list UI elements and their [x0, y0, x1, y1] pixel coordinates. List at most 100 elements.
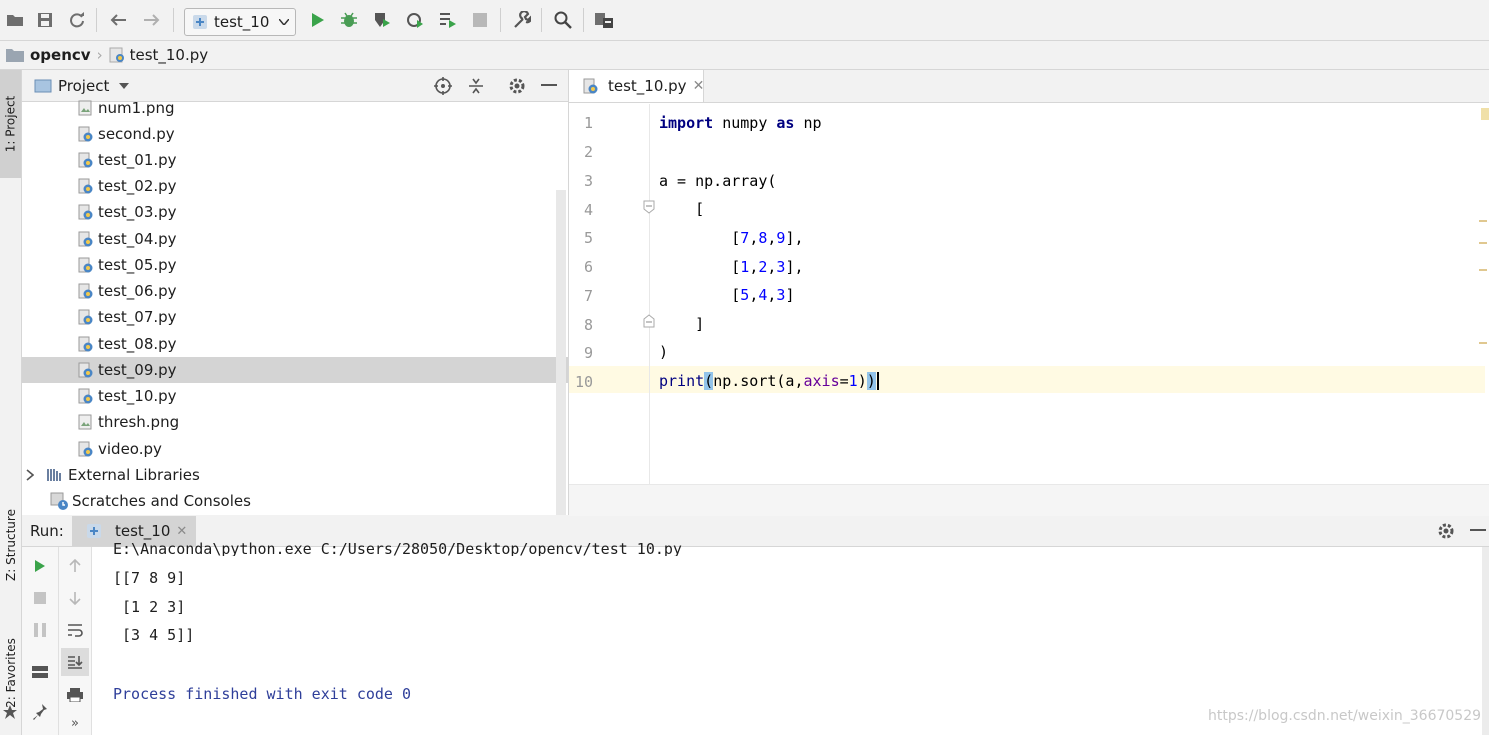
locate-file-icon[interactable]: [434, 76, 452, 95]
editor-tab-test-10[interactable]: test_10.py ✕: [569, 70, 704, 102]
restore-layout-icon[interactable]: [29, 661, 51, 683]
forward-arrow-icon[interactable]: [141, 9, 163, 31]
file-name: test_07.py: [98, 308, 177, 326]
down-arrow-icon[interactable]: [64, 587, 86, 609]
matched-paren: ): [866, 372, 876, 390]
profile-icon[interactable]: [404, 9, 426, 31]
file-name: test_09.py: [98, 361, 177, 379]
close-icon[interactable]: ✕: [693, 78, 705, 94]
code-number: 5: [740, 286, 750, 304]
error-stripe-mark[interactable]: [1479, 342, 1487, 344]
file-item[interactable]: test_04.py: [22, 226, 568, 252]
code-text: =: [839, 372, 849, 390]
code-number: 3: [776, 286, 786, 304]
code-text: ): [857, 372, 867, 390]
code-number: 4: [758, 286, 768, 304]
wrench-settings-icon[interactable]: [511, 9, 533, 31]
file-item[interactable]: test_10.py: [22, 383, 568, 409]
project-view-icon: [34, 78, 52, 94]
project-scrollbar[interactable]: [556, 190, 566, 515]
code-line-4[interactable]: [: [659, 200, 704, 218]
code-line-9[interactable]: ): [659, 343, 668, 361]
run-concurrency-icon[interactable]: [437, 9, 459, 31]
pause-icon[interactable]: [29, 619, 51, 641]
collapse-all-icon[interactable]: [468, 77, 484, 95]
file-name: test_04.py: [98, 230, 177, 248]
editor-bottom-area: [569, 484, 1489, 516]
file-item-selected[interactable]: test_09.py: [22, 357, 568, 383]
file-item[interactable]: thresh.png: [22, 409, 568, 435]
error-stripe-mark[interactable]: [1479, 269, 1487, 271]
file-name: test_05.py: [98, 256, 177, 274]
file-item[interactable]: num1.png: [22, 95, 568, 121]
file-item[interactable]: test_07.py: [22, 304, 568, 330]
debug-icon[interactable]: [338, 9, 360, 31]
code-line-7[interactable]: [5,4,3]: [659, 286, 794, 304]
fold-marker-icon[interactable]: [643, 200, 655, 218]
file-item[interactable]: test_08.py: [22, 331, 568, 357]
run-configuration-select[interactable]: test_10: [184, 8, 296, 36]
chevron-down-icon: [279, 19, 289, 25]
close-icon[interactable]: ✕: [176, 524, 187, 539]
error-stripe-mark[interactable]: [1479, 220, 1487, 222]
file-name: video.py: [98, 440, 162, 458]
code-text: ]: [659, 315, 705, 333]
gear-icon[interactable]: [508, 77, 526, 95]
code-line-10[interactable]: print(np.sort(a,axis=1)): [659, 372, 879, 390]
search-icon[interactable]: [552, 9, 574, 31]
scratches-node[interactable]: Scratches and Consoles: [22, 488, 568, 514]
file-name: test_03.py: [98, 203, 177, 221]
project-tool-tab[interactable]: 1: Project: [0, 70, 21, 178]
code-line-3[interactable]: a = np.array(: [659, 172, 776, 190]
breadcrumb-project[interactable]: opencv: [30, 46, 91, 64]
file-item[interactable]: test_05.py: [22, 252, 568, 278]
more-actions-icon[interactable]: »: [64, 712, 86, 734]
back-arrow-icon[interactable]: [107, 9, 129, 31]
code-line-8[interactable]: ]: [659, 315, 704, 333]
run-with-coverage-icon[interactable]: [371, 9, 393, 31]
chevron-right-icon[interactable]: [26, 469, 34, 481]
console-scrollbar[interactable]: [1482, 547, 1489, 735]
scroll-to-end-icon[interactable]: [64, 651, 86, 673]
analysis-status-marker[interactable]: [1481, 108, 1489, 120]
sync-icon[interactable]: [66, 9, 88, 31]
file-item[interactable]: test_02.py: [22, 173, 568, 199]
chevron-down-icon[interactable]: [119, 82, 130, 89]
file-item[interactable]: test_06.py: [22, 278, 568, 304]
file-item[interactable]: second.py: [22, 121, 568, 147]
hide-panel-icon[interactable]: [1470, 529, 1486, 533]
rerun-icon[interactable]: [29, 555, 51, 577]
external-libraries-node[interactable]: External Libraries: [22, 462, 568, 488]
file-item[interactable]: test_01.py: [22, 147, 568, 173]
fold-marker-icon[interactable]: [643, 314, 655, 332]
code-number: 1: [848, 372, 858, 390]
pin-icon[interactable]: [29, 701, 51, 723]
code-line-6[interactable]: [1,2,3],: [659, 258, 803, 276]
image-file-icon: [77, 414, 98, 430]
up-arrow-icon[interactable]: [64, 555, 86, 577]
save-all-icon[interactable]: [34, 9, 56, 31]
gear-icon[interactable]: [1437, 522, 1455, 540]
code-line-5[interactable]: [7,8,9],: [659, 229, 803, 247]
structure-tool-tab[interactable]: Z: Structure: [0, 495, 21, 595]
scratches-icon: [50, 492, 68, 510]
breadcrumb-file[interactable]: test_10.py: [130, 46, 209, 64]
python-file-icon: [77, 309, 98, 325]
project-tool-window: Project num1.png second.py test_01.py te…: [22, 70, 569, 515]
stop-icon[interactable]: [469, 9, 491, 31]
project-structure-icon[interactable]: [593, 9, 615, 31]
code-text: [: [659, 229, 741, 247]
code-line-1[interactable]: import numpy as np: [659, 114, 822, 132]
error-stripe-mark[interactable]: [1479, 242, 1487, 244]
hide-panel-icon[interactable]: [541, 83, 557, 88]
run-icon[interactable]: [307, 9, 329, 31]
soft-wrap-icon[interactable]: [64, 619, 86, 641]
stop-icon[interactable]: [29, 587, 51, 609]
star-icon: [3, 705, 17, 723]
print-icon[interactable]: [64, 684, 86, 706]
file-item[interactable]: test_03.py: [22, 199, 568, 225]
project-panel-title[interactable]: Project: [58, 77, 109, 95]
open-folder-icon[interactable]: [4, 9, 26, 31]
file-item[interactable]: video.py: [22, 436, 568, 462]
console-exit-message: Process finished with exit code 0: [113, 685, 412, 703]
